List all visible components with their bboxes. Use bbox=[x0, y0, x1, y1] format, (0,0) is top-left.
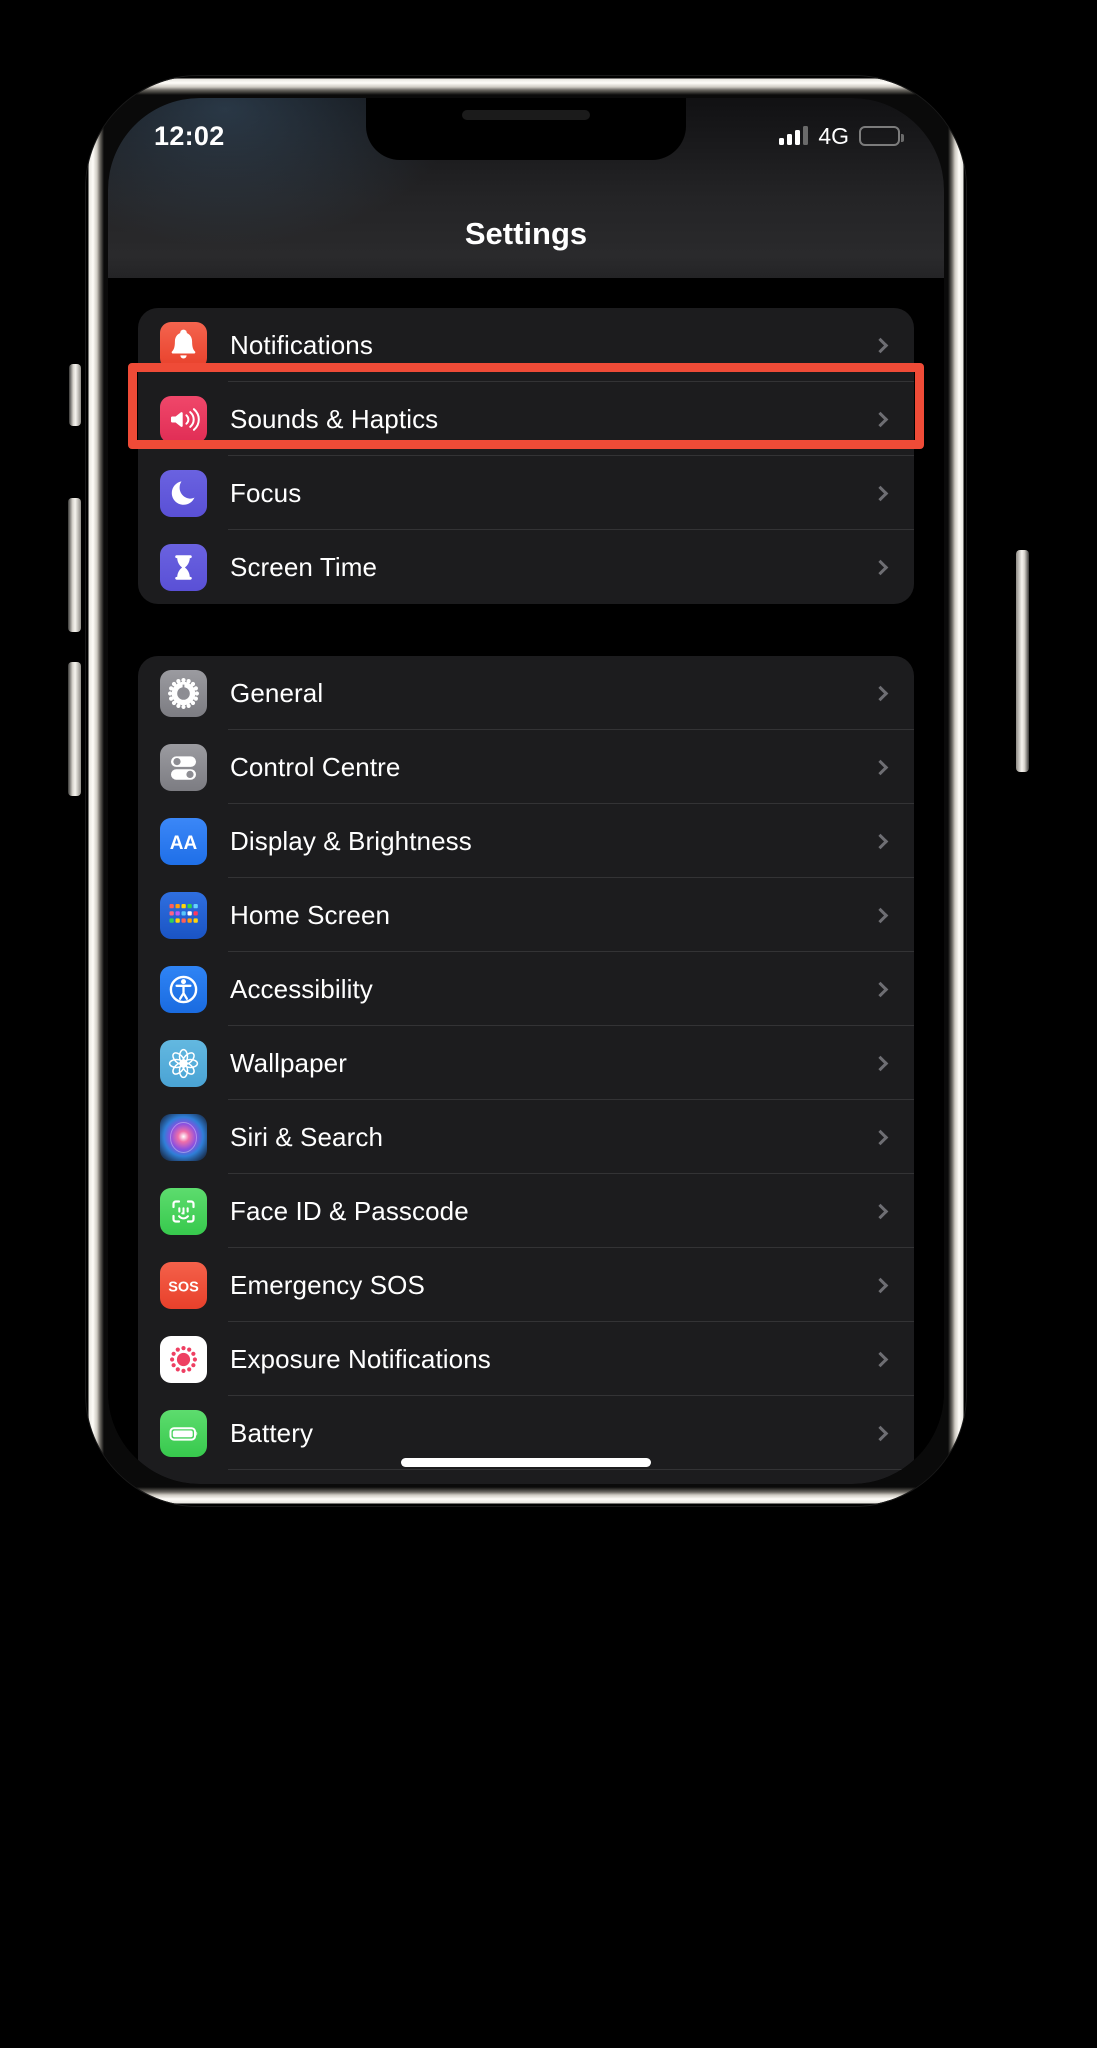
hourglass-icon bbox=[160, 543, 207, 591]
app-grid-icon bbox=[160, 891, 207, 939]
hand-raised-icon bbox=[160, 1483, 207, 1484]
settings-row-label: Control Centre bbox=[230, 751, 401, 782]
chevron-right-icon bbox=[872, 411, 889, 427]
gear-icon bbox=[160, 669, 207, 717]
settings-row-control-centre[interactable]: Control Centre bbox=[138, 730, 914, 804]
settings-row-label: Focus bbox=[230, 477, 302, 508]
settings-row-label: Home Screen bbox=[230, 899, 391, 930]
page-title: Settings bbox=[464, 216, 588, 251]
settings-row-home-screen[interactable]: Home Screen bbox=[138, 878, 914, 952]
settings-row-label: Screen Time bbox=[230, 551, 378, 582]
face-id-icon bbox=[160, 1187, 207, 1235]
bell-icon bbox=[160, 321, 207, 369]
settings-row-screen-time[interactable]: Screen Time bbox=[138, 530, 914, 604]
settings-row-sounds-haptics[interactable]: Sounds & Haptics bbox=[138, 382, 914, 456]
settings-row-label: Exposure Notifications bbox=[230, 1343, 491, 1374]
svg-text:SOS: SOS bbox=[168, 1279, 199, 1295]
chevron-right-icon bbox=[872, 759, 889, 775]
sos-icon: SOS bbox=[160, 1261, 207, 1309]
settings-row-general[interactable]: General bbox=[138, 656, 914, 730]
cellular-signal-icon bbox=[779, 126, 809, 145]
settings-row-label: Face ID & Passcode bbox=[230, 1195, 469, 1226]
chevron-right-icon bbox=[872, 337, 889, 353]
settings-group: General Control Centre AA Display & Brightn… bbox=[138, 656, 914, 1484]
chevron-right-icon bbox=[872, 1425, 889, 1441]
chevron-right-icon bbox=[872, 485, 889, 501]
settings-row-face-id-passcode[interactable]: Face ID & Passcode bbox=[138, 1174, 914, 1248]
chevron-right-icon bbox=[872, 833, 889, 849]
battery-icon bbox=[160, 1409, 207, 1457]
settings-row-label: Wallpaper bbox=[230, 1047, 347, 1078]
settings-row-exposure-notifications[interactable]: Exposure Notifications bbox=[138, 1322, 914, 1396]
chevron-right-icon bbox=[872, 1277, 889, 1293]
chevron-right-icon bbox=[872, 685, 889, 701]
moon-icon bbox=[160, 469, 207, 517]
status-indicators: 4G bbox=[779, 122, 904, 150]
status-time: 12:02 bbox=[154, 120, 225, 151]
settings-group: Notifications Sounds & Haptics Focus Screen… bbox=[138, 308, 914, 604]
notch bbox=[366, 98, 686, 160]
siri-orb-icon bbox=[160, 1113, 207, 1161]
power-button[interactable] bbox=[1016, 550, 1029, 772]
virus-icon bbox=[160, 1335, 207, 1383]
settings-list[interactable]: Notifications Sounds & Haptics Focus Screen… bbox=[108, 278, 944, 1484]
settings-row-label: Battery bbox=[230, 1417, 314, 1448]
chevron-right-icon bbox=[872, 981, 889, 997]
chevron-right-icon bbox=[872, 1203, 889, 1219]
chevron-right-icon bbox=[872, 1351, 889, 1367]
accessibility-icon bbox=[160, 965, 207, 1013]
settings-row-display-brightness[interactable]: AA Display & Brightness bbox=[138, 804, 914, 878]
toggles-icon bbox=[160, 743, 207, 791]
flower-icon bbox=[160, 1039, 207, 1087]
mute-switch[interactable] bbox=[69, 364, 81, 426]
settings-row-label: Display & Brightness bbox=[230, 825, 472, 856]
volume-down-button[interactable] bbox=[68, 662, 81, 796]
settings-row-notifications[interactable]: Notifications bbox=[138, 308, 914, 382]
settings-row-label: Sounds & Haptics bbox=[230, 403, 439, 434]
settings-row-focus[interactable]: Focus bbox=[138, 456, 914, 530]
svg-text:AA: AA bbox=[170, 833, 198, 854]
chevron-right-icon bbox=[872, 559, 889, 575]
settings-row-accessibility[interactable]: Accessibility bbox=[138, 952, 914, 1026]
volume-up-button[interactable] bbox=[68, 498, 81, 632]
phone-screen: Settings 12:02 4G Notifications Sounds & … bbox=[108, 98, 944, 1484]
settings-row-label: Accessibility bbox=[230, 973, 373, 1004]
speaker-icon bbox=[160, 395, 207, 443]
chevron-right-icon bbox=[872, 1055, 889, 1071]
settings-row-label: Siri & Search bbox=[230, 1121, 384, 1152]
home-indicator[interactable] bbox=[401, 1458, 651, 1467]
settings-row-emergency-sos[interactable]: SOS Emergency SOS bbox=[138, 1248, 914, 1322]
settings-row-label: Emergency SOS bbox=[230, 1269, 425, 1300]
network-type-label: 4G bbox=[818, 122, 849, 149]
chevron-right-icon bbox=[872, 907, 889, 923]
settings-row-label: General bbox=[230, 677, 324, 708]
text-size-icon: AA bbox=[160, 817, 207, 865]
settings-row-siri-search[interactable]: Siri & Search bbox=[138, 1100, 914, 1174]
settings-row-label: Notifications bbox=[230, 329, 373, 360]
settings-row-wallpaper[interactable]: Wallpaper bbox=[138, 1026, 914, 1100]
settings-row-privacy[interactable]: Privacy bbox=[138, 1470, 914, 1484]
battery-icon bbox=[859, 126, 904, 146]
screenshot-stage: Settings 12:02 4G Notifications Sounds & … bbox=[0, 0, 1097, 2048]
chevron-right-icon bbox=[872, 1129, 889, 1145]
earpiece-speaker-icon bbox=[462, 110, 590, 120]
